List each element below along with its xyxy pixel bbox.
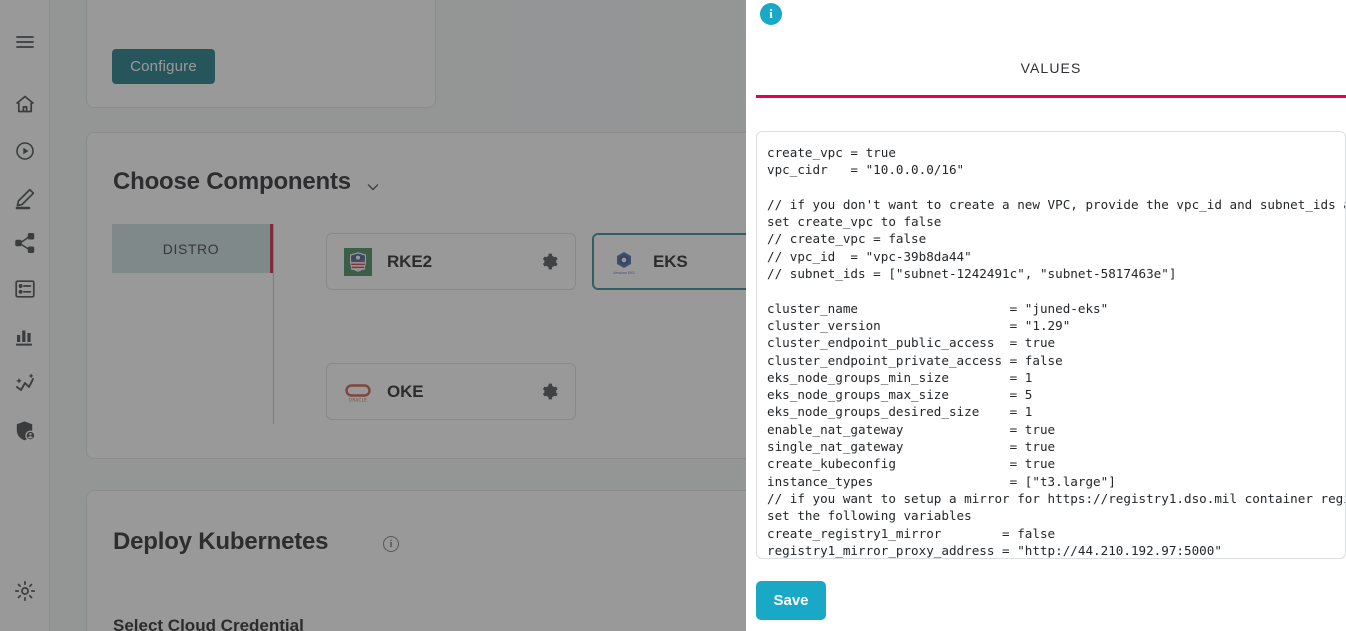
values-editor-box[interactable] <box>756 131 1346 559</box>
values-slideover-panel: i VALUES Save <box>746 0 1346 631</box>
save-button[interactable]: Save <box>756 581 826 620</box>
gear-icon[interactable] <box>540 382 559 401</box>
component-card-oke[interactable]: ORACLE OKE <box>326 363 576 420</box>
edit-pencil-icon[interactable] <box>13 186 37 210</box>
values-textarea[interactable] <box>757 132 1345 558</box>
svg-text:Amazon EKS: Amazon EKS <box>613 271 634 275</box>
page-content: Configure Choose Components DISTRO RKE2 … <box>50 0 746 631</box>
configure-button[interactable]: Configure <box>112 49 215 84</box>
gear-icon[interactable] <box>540 252 559 271</box>
choose-components-title: Choose Components <box>113 168 351 195</box>
select-cloud-credential-label: Select Cloud Credential <box>113 616 304 631</box>
share-nodes-icon[interactable] <box>13 231 37 255</box>
info-icon[interactable]: i <box>760 3 782 25</box>
bar-chart-icon[interactable] <box>13 324 37 348</box>
svg-text:ORACLE: ORACLE <box>349 397 367 402</box>
panel-tabbar: VALUES <box>756 52 1346 98</box>
configure-card: Configure <box>86 0 436 108</box>
components-tab-column: DISTRO <box>112 224 274 424</box>
component-card-rke2[interactable]: RKE2 <box>326 233 576 290</box>
component-label-eks: EKS <box>653 251 688 271</box>
home-icon[interactable] <box>13 92 37 116</box>
info-icon[interactable]: i <box>383 536 399 552</box>
background-page: Configure Choose Components DISTRO RKE2 … <box>0 0 746 631</box>
deploy-kubernetes-title: Deploy Kubernetes <box>113 528 329 555</box>
choose-components-card: Choose Components DISTRO RKE2 Amazon EKS… <box>86 132 746 459</box>
component-card-eks[interactable]: Amazon EKS EKS <box>592 233 746 290</box>
play-circle-icon[interactable] <box>13 139 37 163</box>
list-table-icon[interactable] <box>13 277 37 301</box>
trend-sparkle-icon[interactable] <box>13 371 37 395</box>
left-nav-rail <box>0 0 50 631</box>
chevron-down-icon[interactable] <box>365 179 381 195</box>
rke2-logo-icon <box>344 247 372 276</box>
gear-icon[interactable] <box>13 579 37 603</box>
tab-distro-label: DISTRO <box>162 240 220 257</box>
app-root: Configure Choose Components DISTRO RKE2 … <box>0 0 1346 631</box>
tab-values[interactable]: VALUES <box>756 60 1346 76</box>
menu-icon[interactable] <box>13 30 37 54</box>
component-label-rke2: RKE2 <box>387 251 432 271</box>
component-label-oke: OKE <box>387 381 424 401</box>
aws-eks-logo-icon: Amazon EKS <box>610 248 638 276</box>
oracle-oke-logo-icon: ORACLE <box>344 378 372 406</box>
shield-user-icon[interactable] <box>13 419 37 443</box>
tab-distro[interactable]: DISTRO <box>112 224 273 273</box>
deploy-kubernetes-card: Deploy Kubernetes i Select Cloud Credent… <box>86 490 746 631</box>
